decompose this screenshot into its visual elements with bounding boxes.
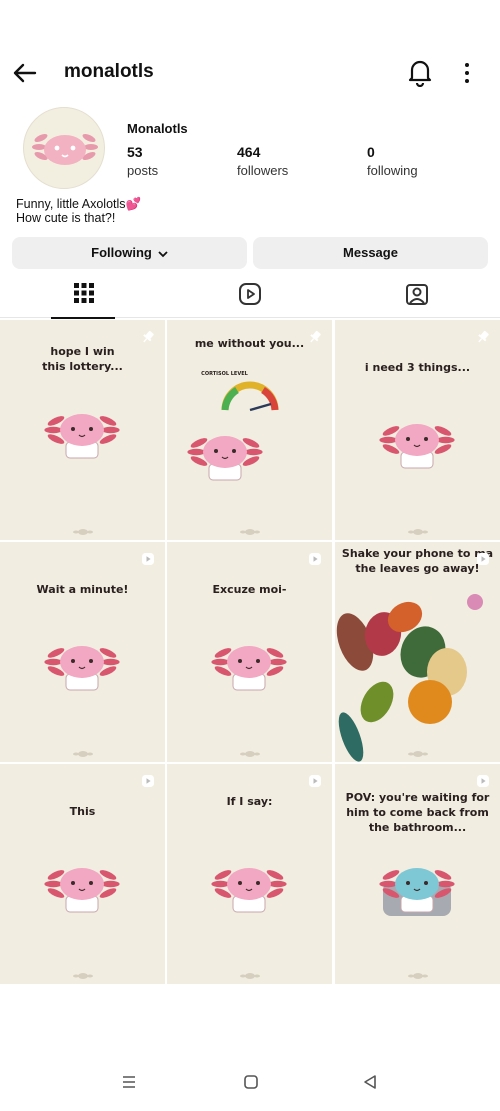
post-artwork: [44, 646, 120, 691]
profile-bio: Funny, little Axolotls💕 How cute is that…: [16, 197, 141, 225]
watermark-icon: [73, 751, 93, 757]
post-caption: hope I win this lottery...: [42, 345, 123, 373]
axolotl-illustration: [44, 414, 120, 459]
post-tile[interactable]: me without you... CORTISOL LEVEL: [167, 320, 332, 540]
post-tile[interactable]: Shake your phone to ma the leaves go awa…: [335, 542, 500, 762]
post-caption: This: [69, 805, 96, 818]
watermark-icon: [73, 973, 93, 979]
message-button[interactable]: Message: [253, 237, 488, 269]
message-button-label: Message: [343, 245, 398, 260]
reel-icon: [142, 775, 154, 787]
tab-tagged[interactable]: [334, 278, 500, 318]
post-artwork: [379, 424, 455, 469]
posts-count: 53: [127, 144, 143, 160]
post-tile[interactable]: Wait a minute!: [0, 542, 165, 762]
tab-posts-grid[interactable]: [0, 278, 166, 319]
system-nav-bar: [0, 1074, 500, 1100]
watermark-icon: [240, 529, 260, 535]
tab-reels[interactable]: [167, 278, 333, 318]
following-stat[interactable]: 0 following: [367, 144, 418, 178]
grid-icon: [74, 283, 94, 303]
pin-icon: [143, 330, 154, 343]
post-tile[interactable]: hope I win this lottery...: [0, 320, 165, 540]
axolotl-illustration: [379, 424, 455, 469]
followers-label: followers: [237, 163, 289, 178]
watermark-icon: [73, 529, 93, 535]
watermark-icon: [240, 751, 260, 757]
following-button[interactable]: Following: [12, 237, 247, 269]
post-artwork: [187, 381, 279, 481]
watermark-icon: [408, 529, 428, 535]
leaf-shape: [467, 594, 483, 610]
post-caption: If I say:: [226, 795, 273, 808]
bio-line-1: Funny, little Axolotls: [16, 197, 126, 211]
posts-label: posts: [127, 163, 159, 178]
reel-icon: [309, 775, 321, 787]
following-button-label: Following: [91, 245, 152, 260]
post-caption: POV: you're waiting for him to come back…: [345, 791, 490, 834]
reels-icon: [239, 283, 261, 305]
profile-display-name: Monalotls: [127, 121, 188, 136]
leaf-shape: [408, 680, 452, 724]
post-tile[interactable]: If I say:: [167, 764, 332, 984]
notification-bell-icon[interactable]: [406, 57, 434, 87]
leaf-shape: [360, 681, 394, 723]
bio-line-2: How cute is that?!: [16, 211, 116, 225]
gauge-label: CORTISOL LEVEL: [201, 371, 248, 377]
following-label: following: [367, 163, 418, 178]
followers-count: 464: [237, 144, 261, 160]
home-icon[interactable]: [243, 1074, 259, 1095]
profile-avatar[interactable]: [23, 107, 105, 189]
axolotl-illustration: [211, 646, 287, 691]
axolotl-illustration: [211, 868, 287, 913]
post-tile[interactable]: Excuze moi-: [167, 542, 332, 762]
post-tile[interactable]: i need 3 things...: [335, 320, 500, 540]
post-caption: Excuze moi-: [212, 583, 287, 596]
axolotl-illustration: [44, 646, 120, 691]
tagged-icon: [406, 284, 428, 305]
back-nav-icon[interactable]: [362, 1074, 378, 1095]
axolotl-illustration: [44, 868, 120, 913]
post-caption: i need 3 things...: [364, 361, 471, 374]
posts-stat: 53 posts: [127, 144, 158, 178]
cortisol-gauge: [221, 381, 279, 412]
two-hearts-emoji: 💕: [125, 197, 142, 211]
post-caption: Wait a minute!: [36, 583, 129, 596]
reel-icon: [309, 553, 321, 565]
axolotl-illustration: [187, 436, 263, 481]
reel-icon: [477, 553, 489, 565]
watermark-icon: [408, 973, 428, 979]
pin-icon: [478, 330, 489, 343]
chevron-down-icon: [158, 250, 168, 257]
post-artwork: [44, 868, 120, 913]
pin-icon: [310, 330, 321, 343]
watermark-icon: [240, 973, 260, 979]
followers-stat[interactable]: 464 followers: [237, 144, 288, 178]
following-count: 0: [367, 144, 375, 160]
post-artwork: [211, 646, 287, 691]
post-tile[interactable]: POV: you're waiting for him to come back…: [335, 764, 500, 984]
watermark-icon: [408, 751, 428, 757]
reel-icon: [142, 553, 154, 565]
recent-apps-icon[interactable]: [121, 1074, 137, 1095]
profile-username: monalotls: [64, 61, 154, 82]
more-options-icon[interactable]: [456, 58, 478, 88]
top-bar: monalotls: [0, 52, 500, 94]
profile-tabs: [0, 278, 500, 319]
reel-icon: [477, 775, 489, 787]
back-arrow-icon[interactable]: [10, 58, 40, 88]
post-tile[interactable]: This: [0, 764, 165, 984]
